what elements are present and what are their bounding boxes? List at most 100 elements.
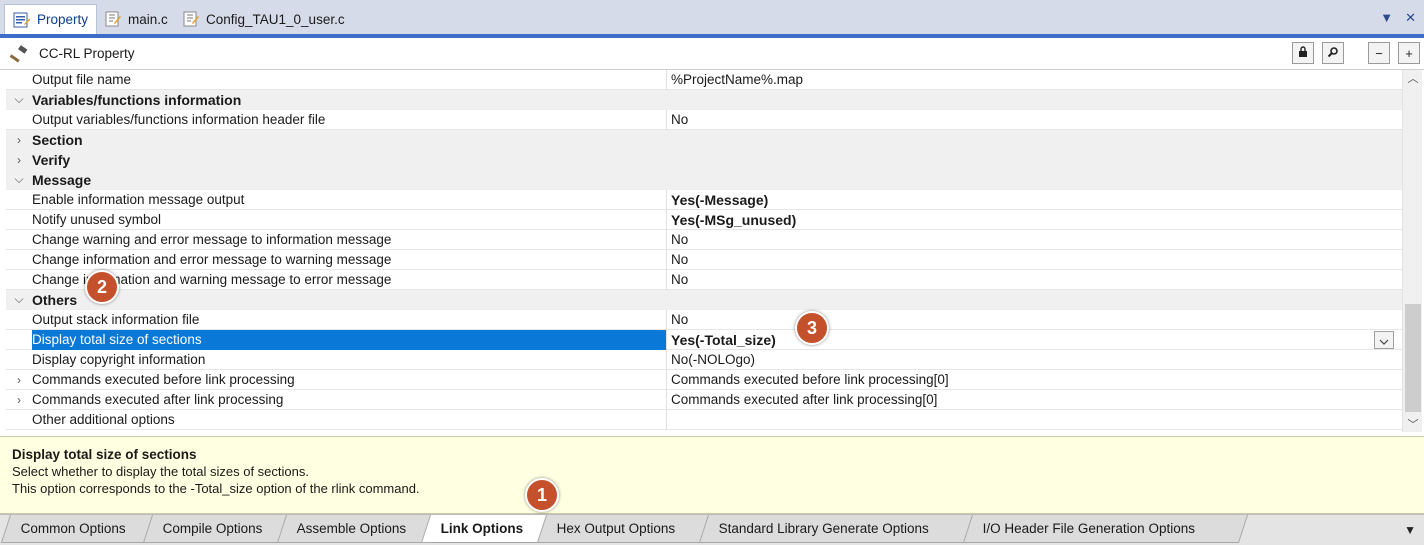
document-tab-strip: Property main.c Config_TAU1_0_user.c ▼ ✕ (0, 0, 1424, 36)
category-name: Message (32, 171, 92, 188)
collapse-button[interactable]: − (1368, 42, 1390, 64)
scroll-up-icon[interactable]: ︿ (1403, 70, 1423, 86)
callout-marker: 2 (85, 270, 119, 304)
property-row[interactable]: Output file name %ProjectName%.map (6, 70, 1402, 90)
chevron-down-icon[interactable]: ⌵ (6, 92, 32, 107)
property-row[interactable]: Enable information message output Yes(-M… (6, 189, 1402, 210)
property-name: Change information and warning message t… (32, 271, 392, 287)
close-icon[interactable]: ✕ (1405, 10, 1416, 26)
search-icon (1327, 46, 1339, 61)
tab-label: Config_TAU1_0_user.c (206, 11, 345, 27)
scrollbar-thumb[interactable] (1405, 304, 1421, 412)
expand-button[interactable]: + (1398, 42, 1420, 64)
property-row[interactable]: Output variables/functions information h… (6, 109, 1402, 130)
property-name: Display copyright information (32, 351, 206, 367)
tab-list-dropdown-icon[interactable]: ▼ (1380, 10, 1393, 26)
property-row[interactable]: Other additional options (6, 409, 1402, 430)
chevron-right-icon[interactable]: › (6, 153, 32, 167)
chevron-right-icon[interactable]: › (6, 393, 32, 407)
property-row[interactable]: Change warning and error message to info… (6, 229, 1402, 250)
tab-main-c[interactable]: main.c (96, 6, 176, 32)
property-value[interactable]: No (667, 250, 1402, 270)
tab-config-tau1[interactable]: Config_TAU1_0_user.c (174, 6, 353, 32)
search-button[interactable] (1322, 42, 1344, 64)
scroll-down-icon[interactable]: ﹀ (1403, 416, 1423, 432)
property-value[interactable]: No (667, 110, 1402, 130)
property-value[interactable]: No (667, 310, 1402, 330)
category-row[interactable]: › Section (6, 130, 1402, 150)
chevron-right-icon[interactable]: › (6, 133, 32, 147)
category-name: Section (32, 131, 83, 148)
property-row[interactable]: › Commands executed after link processin… (6, 389, 1402, 410)
property-name: Commands executed before link processing (32, 371, 295, 387)
property-value[interactable]: Commands executed before link processing… (667, 370, 1402, 390)
chevron-right-icon[interactable]: › (6, 373, 32, 387)
panel-header: CC-RL Property − + (0, 38, 1424, 70)
property-icon (13, 11, 31, 29)
property-name: Commands executed after link processing (32, 391, 284, 407)
callout-marker: 1 (525, 478, 559, 512)
tab-property[interactable]: Property (4, 4, 98, 34)
property-grid: Output file name %ProjectName%.map ⌵ Var… (6, 70, 1402, 432)
description-title: Display total size of sections (12, 447, 197, 462)
tab-io-header-file-generation-options[interactable]: I/O Header File Generation Options (962, 515, 1248, 543)
value-dropdown-button[interactable] (1374, 331, 1394, 349)
tab-link-options[interactable]: Link Options (420, 515, 548, 543)
property-name: Display total size of sections (32, 329, 666, 350)
lock-icon (1297, 45, 1309, 61)
minus-icon: − (1375, 45, 1383, 61)
property-value[interactable]: Yes(-MSg_unused) (667, 210, 1402, 230)
tab-compile-options[interactable]: Compile Options (142, 515, 288, 543)
tab-hex-output-options[interactable]: Hex Output Options (536, 515, 710, 543)
property-value[interactable]: No (667, 270, 1402, 290)
category-name: Verify (32, 151, 71, 168)
property-row[interactable]: › Commands executed before link processi… (6, 369, 1402, 390)
category-name: Others (32, 291, 78, 308)
category-row[interactable]: ⌵ Message (6, 170, 1402, 190)
category-name: Variables/functions information (32, 91, 242, 108)
property-name: Output file name (32, 71, 132, 87)
property-name: Enable information message output (32, 191, 245, 207)
description-text: Select whether to display the total size… (12, 464, 309, 479)
panel-title: CC-RL Property (39, 46, 135, 61)
property-value[interactable]: Yes(-Message) (667, 190, 1402, 210)
tab-assemble-options[interactable]: Assemble Options (276, 515, 432, 543)
property-name: Other additional options (32, 411, 175, 427)
property-name: Change warning and error message to info… (32, 231, 392, 247)
lock-button[interactable] (1292, 42, 1314, 64)
property-value[interactable] (667, 410, 1402, 430)
property-row[interactable]: Output stack information file No (6, 309, 1402, 330)
chevron-down-icon[interactable]: ⌵ (6, 292, 32, 307)
tab-label: main.c (128, 11, 168, 27)
property-value[interactable]: Yes(-Total_size) (667, 330, 1402, 350)
property-name: Notify unused symbol (32, 211, 162, 227)
description-panel: Display total size of sections Select wh… (0, 436, 1424, 514)
option-tab-strip: Common Options Compile Options Assemble … (0, 514, 1424, 545)
chevron-down-icon[interactable]: ⌵ (6, 172, 32, 187)
c-file-icon (104, 10, 122, 28)
tab-overflow-dropdown-icon[interactable]: ▼ (1404, 523, 1416, 537)
tab-standard-library-generate-options[interactable]: Standard Library Generate Options (698, 515, 974, 543)
property-name: Output variables/functions information h… (32, 111, 326, 127)
property-row[interactable]: Change information and warning message t… (6, 269, 1402, 290)
category-row[interactable]: ⌵ Variables/functions information (6, 90, 1402, 110)
property-name: Change information and error message to … (32, 251, 392, 267)
plus-icon: + (1405, 45, 1413, 61)
property-value[interactable]: No (667, 230, 1402, 250)
property-name: Output stack information file (32, 311, 200, 327)
tab-common-options[interactable]: Common Options (0, 515, 154, 543)
tab-label: Property (37, 12, 89, 27)
property-value[interactable]: Commands executed after link processing[… (667, 390, 1402, 410)
vertical-scrollbar[interactable]: ︿ ﹀ (1402, 70, 1422, 432)
property-row-selected[interactable]: Display total size of sections Yes(-Tota… (6, 329, 1402, 350)
property-row[interactable]: Change information and error message to … (6, 249, 1402, 270)
property-row[interactable]: Display copyright information No(-NOLOgo… (6, 349, 1402, 370)
property-value[interactable]: No(-NOLOgo) (667, 350, 1402, 370)
category-row[interactable]: › Verify (6, 150, 1402, 170)
description-text: This option corresponds to the -Total_si… (12, 481, 420, 496)
hammer-icon (9, 44, 30, 64)
property-value[interactable]: %ProjectName%.map (667, 70, 1402, 90)
callout-marker: 3 (795, 311, 829, 345)
category-row[interactable]: ⌵ Others (6, 290, 1402, 310)
property-row[interactable]: Notify unused symbol Yes(-MSg_unused) (6, 209, 1402, 230)
